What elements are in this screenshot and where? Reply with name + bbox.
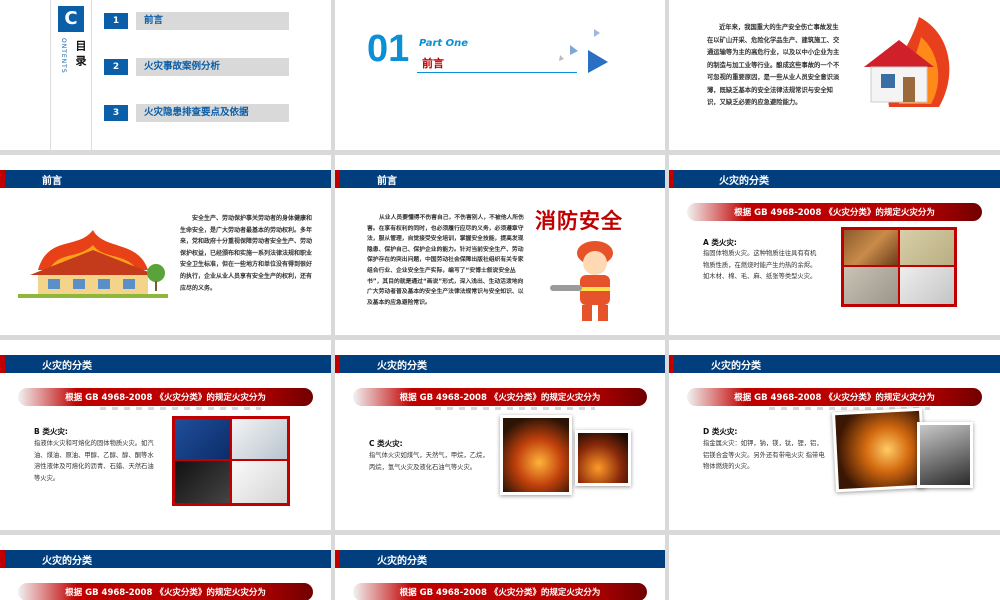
class-a-text: 指固体物质火灾。这种物质往往具有有机物质性质，在燃烧时能产生灼热的余烬。如木材、… [703,250,817,280]
bar-accent [335,355,340,373]
rule-text: 根据 GB 4968-2008 《火灾分类》的规定火灾分为 [734,393,935,403]
photo-image [920,425,970,485]
title-bar: 火灾的分类 [0,550,331,568]
banner-shadow [435,407,595,410]
title-bar: 前言 [335,170,665,188]
slide-fire-class-c[interactable]: 火灾的分类 根据 GB 4968-2008 《火灾分类》的规定火灾分为 C 类火… [335,340,665,530]
rule-banner: 根据 GB 4968-2008 《火灾分类》的规定火灾分为 [687,388,982,406]
toc-item-1[interactable]: 1 前言 [104,12,289,30]
metal-fire-photo-2 [917,422,973,488]
bar-title: 火灾的分类 [42,361,92,372]
rule-text: 根据 GB 4968-2008 《火灾分类》的规定火灾分为 [399,588,601,598]
chemicals-photo [175,461,230,503]
bar-accent [335,550,340,568]
title-bar: 火灾的分类 [335,550,665,568]
slide-fire-class-b[interactable]: 火灾的分类 根据 GB 4968-2008 《火灾分类》的规定火灾分为 B 类火… [0,340,331,530]
bar-title: 前言 [42,176,62,187]
toc-item-label: 火灾事故案例分析 [136,58,289,76]
triangles-decoration-icon [559,29,608,73]
rule-text: 根据 GB 4968-2008 《火灾分类》的规定火灾分为 [399,393,601,403]
bar-accent [335,170,340,188]
title-bar: 火灾的分类 [335,355,665,373]
contents-title: 目录 [74,40,87,70]
title-bar: 火灾的分类 [669,170,1000,188]
title-bar: 火灾的分类 [0,355,331,373]
photo-image [578,433,628,483]
wood-photo [844,230,898,265]
class-c-title: C 类火灾: [369,439,403,448]
rule-banner: 根据 GB 4968-2008 《火灾分类》的规定火灾分为 [353,388,647,406]
gas-fire-photo-2 [575,430,631,486]
slide-intro[interactable]: 近年来，我国重大的生产安全伤亡事故发生在以矿山开采、危险化学品生产、建筑施工、交… [669,0,1000,150]
class-d-text: 指金属火灾：如钾，钠，镁，钛，锂，铝，铝镁合金等火灾。另外还有带电火灾 指带电物… [703,440,825,470]
rule-banner: 根据 GB 4968-2008 《火灾分类》的规定火灾分为 [18,583,313,600]
tree-icon [147,264,165,291]
slide-preface-2[interactable]: 前言 从业人员要懂得不伤害自己，不伤害别人，不被他人所伤害。在享有权利的同时，也… [335,155,665,335]
metal-fire-photo-1 [831,407,927,493]
bar-title: 火灾的分类 [377,556,427,567]
rule-text: 根据 GB 4968-2008 《火灾分类》的规定火灾分为 [734,208,935,218]
class-b-photos [172,416,290,506]
toc-item-2[interactable]: 2 火灾事故案例分析 [104,58,289,76]
gas-fire-photo-1 [500,415,572,495]
toc-item-label: 火灾隐患排查要点及依据 [136,104,289,122]
slide-fire-class-e[interactable]: 火灾的分类 根据 GB 4968-2008 《火灾分类》的规定火灾分为 [0,535,331,600]
bar-title: 火灾的分类 [42,556,92,567]
slide-fire-class-f[interactable]: 火灾的分类 根据 GB 4968-2008 《火灾分类》的规定火灾分为 [335,535,665,600]
barrels-photo [175,419,230,459]
class-a-title: A 类火灾: [703,238,737,247]
class-b-text: 指液体火灾和可熔化的固体物质火灾。如汽油、煤油、原油、甲醇、乙醇、醇、酮等水溶性… [34,440,154,482]
rule-banner: 根据 GB 4968-2008 《火灾分类》的规定火灾分为 [353,583,647,600]
toc-item-number: 1 [104,13,128,29]
slide-blank[interactable] [669,535,1000,600]
class-a-photos [841,227,957,307]
toc-item-3[interactable]: 3 火灾隐患排查要点及依据 [104,104,289,122]
firefighter-icon [550,241,613,321]
contents-letter: C [58,6,84,32]
straw-photo [900,230,954,265]
bar-accent [669,170,674,188]
photo-image [835,410,923,490]
banner-shadow [100,407,261,410]
bar-accent [0,170,5,188]
rule-text: 根据 GB 4968-2008 《火灾分类》的规定火灾分为 [65,393,266,403]
part-number: 01 [367,28,410,70]
toc-item-number: 3 [104,105,128,121]
house-fire-icon [864,17,950,107]
bar-title: 火灾的分类 [719,176,769,187]
preface1-text: 安全生产、劳动保护事关劳动者的身体健康和生命安全，是广大劳动者最基本的劳动权利。… [180,215,313,292]
rule-banner: 根据 GB 4968-2008 《火灾分类》的规定火灾分为 [18,388,313,406]
bottles-photo [232,419,287,459]
bar-accent [0,355,5,373]
photo-image [503,418,569,492]
slide-fire-class-a[interactable]: 火灾的分类 根据 GB 4968-2008 《火灾分类》的规定火灾分为 A 类火… [669,155,1000,335]
paper-photo [900,267,954,304]
title-bar: 火灾的分类 [669,355,1000,373]
preface2-text: 从业人员要懂得不伤害自己，不伤害别人，不被他人所伤害。在享有权利的同时，也必须履… [367,215,524,306]
part-label: Part One [419,38,469,49]
wax-photo [232,461,287,503]
toc-item-number: 2 [104,59,128,75]
slide-fire-class-d[interactable]: 火灾的分类 根据 GB 4968-2008 《火灾分类》的规定火灾分为 D 类火… [669,340,1000,530]
rule-text: 根据 GB 4968-2008 《火灾分类》的规定火灾分为 [65,588,266,598]
bar-accent [0,550,5,568]
fabric-photo [844,267,898,304]
slide-part-one[interactable]: 01 Part One 前言 [335,0,665,150]
bar-title: 火灾的分类 [377,361,427,372]
intro-text: 近年来，我国重大的生产安全伤亡事故发生在以矿山开采、危险化学品生产、建筑施工、交… [707,24,840,106]
class-b-title: B 类火灾: [34,427,68,436]
slide-preface-1[interactable]: 前言 安全生产、劳动保护事关劳动者的身体健康和生命安全，是广大劳动者最基本的劳动… [0,155,331,335]
bar-title: 前言 [377,176,397,187]
toc-item-label: 前言 [136,12,289,30]
class-c-text: 指气体火灾如煤气，天然气，甲烷，乙烷，丙烷，氢气火灾及液化石油气等火灾。 [369,452,489,471]
slide-contents[interactable]: C ONTENTS 目录 1 前言 2 火灾事故案例分析 3 火灾隐患排查要点及… [0,0,331,150]
contents-vertical-text: ONTENTS [60,38,67,74]
bar-accent [669,355,674,373]
fire-safety-sign: 消防安全 [535,209,623,233]
part-title: 前言 [422,57,444,70]
bar-title: 火灾的分类 [711,361,761,372]
rule-banner: 根据 GB 4968-2008 《火灾分类》的规定火灾分为 [687,203,982,221]
class-d-title: D 类火灾: [703,427,738,436]
title-bar: 前言 [0,170,331,188]
